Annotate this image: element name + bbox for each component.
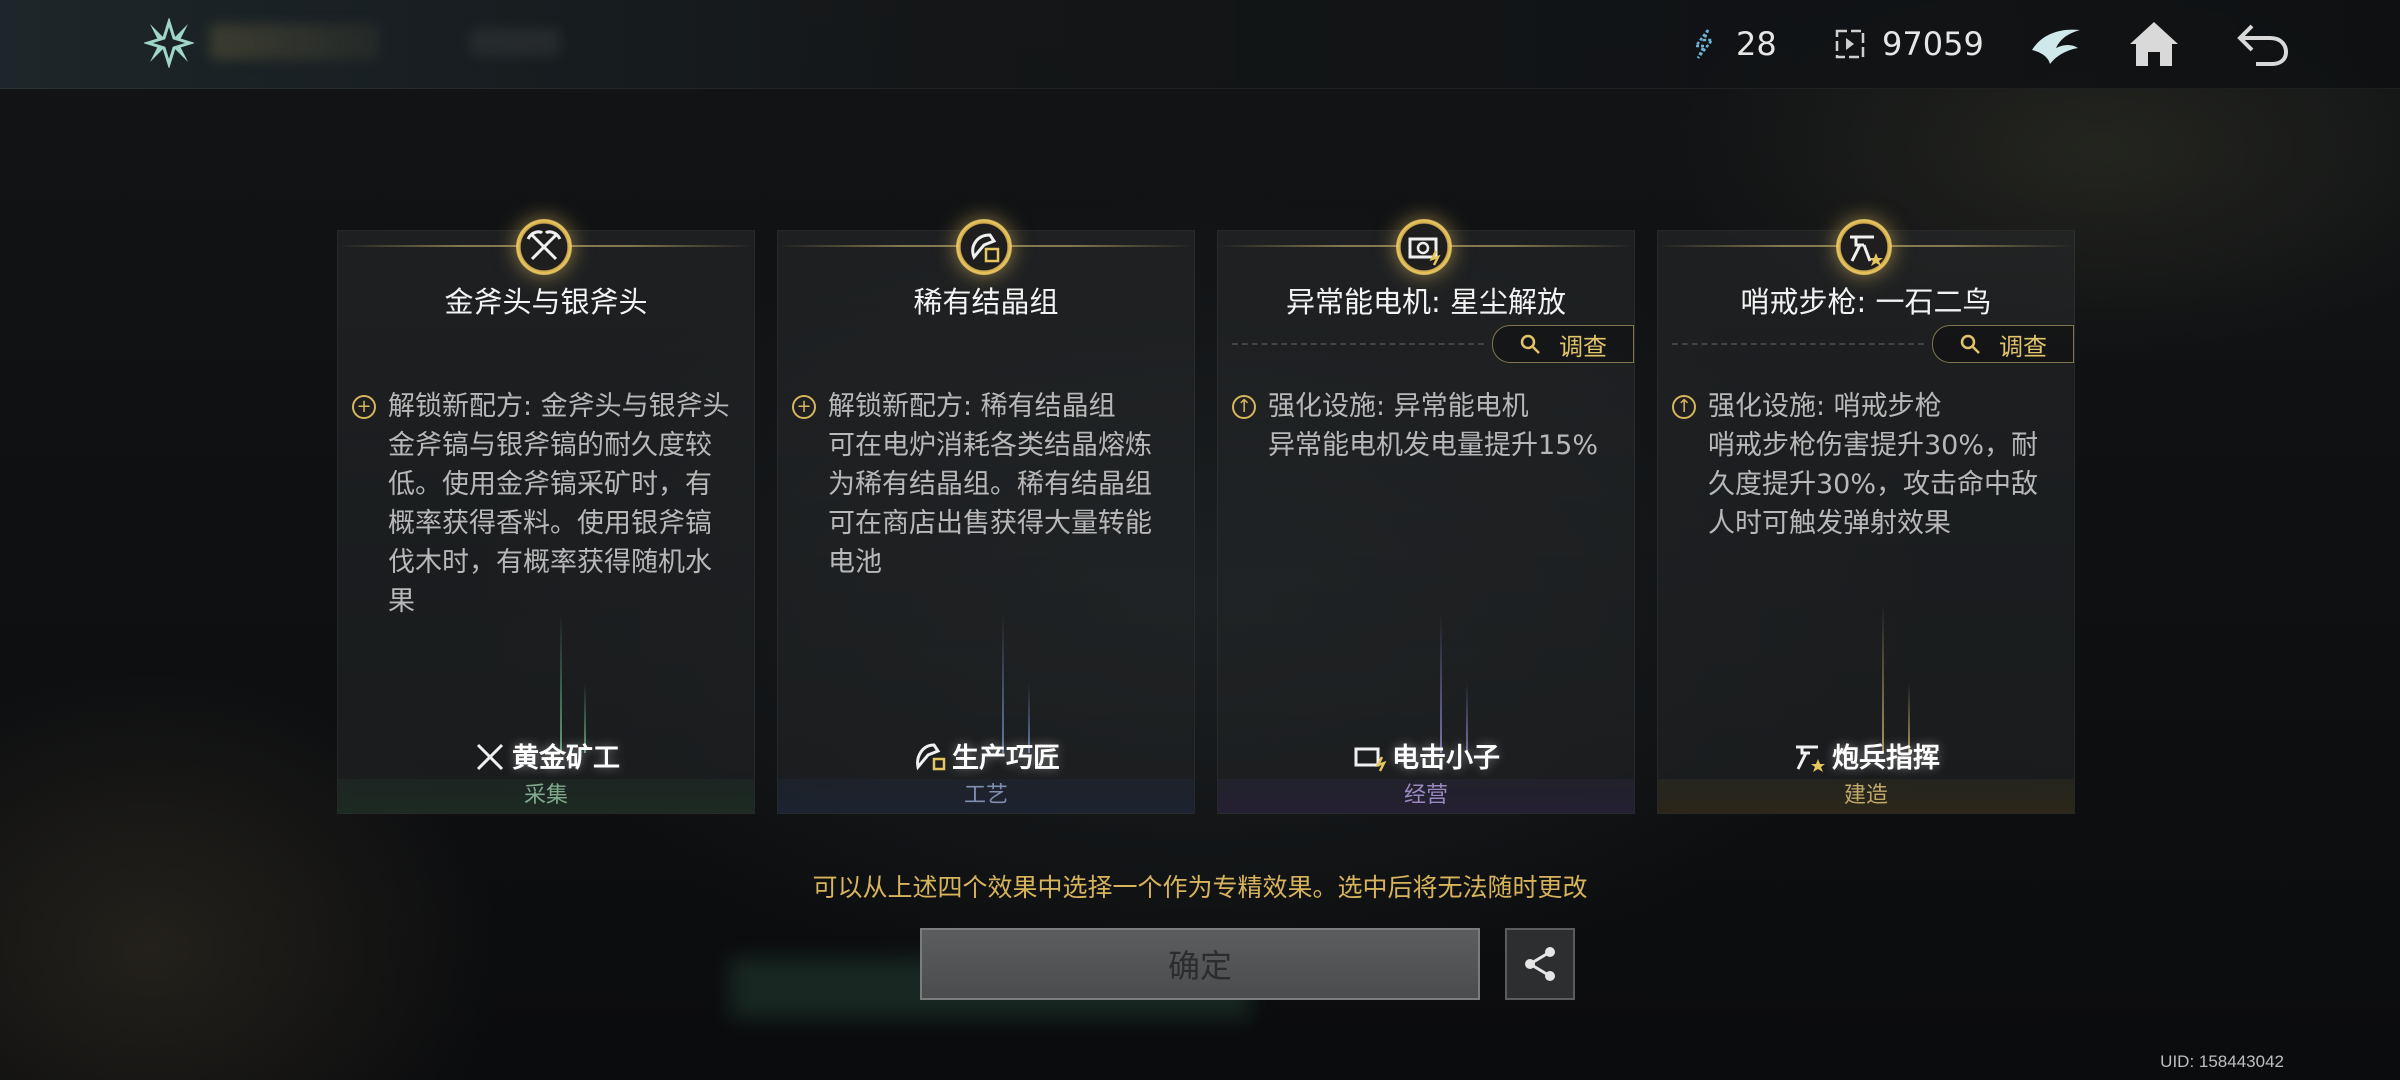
card-description-text: 强化设施: 异常能电机 异常能电机发电量提升15% [1268,391,1599,461]
confirm-label: 确定 [1167,947,1232,985]
search-icon [1520,334,1540,354]
card-description: + 解锁新配方: 稀有结晶组 可在电炉消耗各类结晶熔炼为稀有结晶组。稀有结晶组可… [792,387,1178,582]
crossed-picks-icon [526,230,562,261]
confirm-button[interactable]: 确定 [920,928,1480,1000]
pickaxe-badge-icon [476,743,504,771]
card-tag-label: 黄金矿工 [512,743,620,774]
electric-badge-icon [1354,747,1387,772]
top-bar: 28 97059 [0,0,2400,89]
card-emblem [516,219,572,275]
card-emblem [956,219,1012,275]
unlock-plus-icon: + [792,395,816,419]
investigate-button[interactable]: 调查 [1932,325,2074,363]
energy-count: 28 [1736,25,1777,63]
card-title: 金斧头与银斧头 [444,285,648,319]
crystal-furnace-icon [971,233,1000,263]
card-tag: 黄金矿工 [338,736,754,775]
card-dashed-divider [1232,343,1484,345]
user-id: UID: 158443042 [2160,1052,2284,1071]
specialization-card-production-artisan[interactable]: 稀有结晶组 + 解锁新配方: 稀有结晶组 可在电炉消耗各类结晶熔炼为稀有结晶组。… [777,219,1195,814]
investigate-button[interactable]: 调查 [1492,325,1634,363]
specialization-card-electro-kid[interactable]: 异常能电机: 星尘解放 调查 ↑ 强化设施: 异常能电机 异常能电机发电量提升1… [1217,219,1635,814]
selection-hint: 可以从上述四个效果中选择一个作为专精效果。选中后将无法随时更改 [812,873,1588,902]
energy-crystal-icon [1693,29,1715,59]
generator-icon [1408,237,1441,266]
faction-emblem-icon[interactable] [2026,14,2086,74]
sentry-rifle-icon [1850,235,1883,266]
blurred-subtitle [470,28,560,56]
home-icon[interactable] [2124,14,2184,74]
glow-beam [560,613,562,753]
blurred-title [210,24,380,60]
card-title: 哨戒步枪: 一石二鸟 [1740,285,1992,319]
specialization-card-artillery-commander[interactable]: 哨戒步枪: 一石二鸟 调查 ↑ 强化设施: 哨戒步枪 哨戒步枪伤害提升30%，耐… [1657,219,2075,814]
card-description: + 解锁新配方: 金斧头与银斧头 金斧镐与银斧镐的耐久度较低。使用金斧镐采矿时，… [352,387,738,621]
card-tag: 生产巧匠 [778,736,1194,775]
investigate-label: 调查 [1559,332,1607,361]
glow-beam [1002,613,1004,753]
share-button[interactable] [1505,928,1575,1000]
card-category: 经营 [1218,779,1634,813]
card-description-text: 强化设施: 哨戒步枪 哨戒步枪伤害提升30%，耐久度提升30%，攻击命中敌人时可… [1708,391,2039,539]
card-title: 稀有结晶组 [913,285,1059,319]
investigate-label: 调查 [1999,332,2047,361]
resource-counter-energy: 28 [1686,22,1777,66]
card-tag: 电击小子 [1218,736,1634,775]
upgrade-arrow-icon: ↑ [1672,395,1696,419]
glow-beam [1440,613,1442,753]
card-tag-label: 炮兵指挥 [1832,743,1940,774]
card-category: 采集 [338,779,754,813]
game-logo-icon [144,18,194,68]
card-description: ↑ 强化设施: 哨戒步枪 哨戒步枪伤害提升30%，耐久度提升30%，攻击命中敌人… [1672,387,2058,543]
unlock-plus-icon: + [352,395,376,419]
back-icon[interactable] [2232,14,2292,74]
currency-count: 97059 [1882,25,1984,63]
card-category: 建造 [1658,779,2074,813]
card-category: 工艺 [778,779,1194,813]
card-description: ↑ 强化设施: 异常能电机 异常能电机发电量提升15% [1232,387,1618,465]
card-tag-label: 电击小子 [1392,743,1500,774]
artisan-badge-icon [916,743,946,771]
card-emblem [1396,219,1452,275]
specialization-card-gold-miner[interactable]: 金斧头与银斧头 + 解锁新配方: 金斧头与银斧头 金斧镐与银斧镐的耐久度较低。使… [337,219,755,814]
card-description-text: 解锁新配方: 稀有结晶组 可在电炉消耗各类结晶熔炼为稀有结晶组。稀有结晶组可在商… [828,391,1152,578]
card-tag: 炮兵指挥 [1658,736,2074,775]
card-description-text: 解锁新配方: 金斧头与银斧头 金斧镐与银斧镐的耐久度较低。使用金斧镐采矿时，有概… [388,391,730,617]
search-icon [1960,334,1980,354]
currency-chip-icon [1835,29,1865,59]
resource-counter-currency: 97059 [1832,22,1984,66]
card-emblem [1836,219,1892,275]
card-tag-label: 生产巧匠 [952,743,1060,774]
upgrade-arrow-icon: ↑ [1232,395,1256,419]
glow-beam [1882,603,1884,753]
share-icon [1525,947,1555,981]
card-dashed-divider [1672,343,1924,345]
artillery-badge-icon [1796,745,1825,772]
card-title: 异常能电机: 星尘解放 [1286,285,1566,319]
